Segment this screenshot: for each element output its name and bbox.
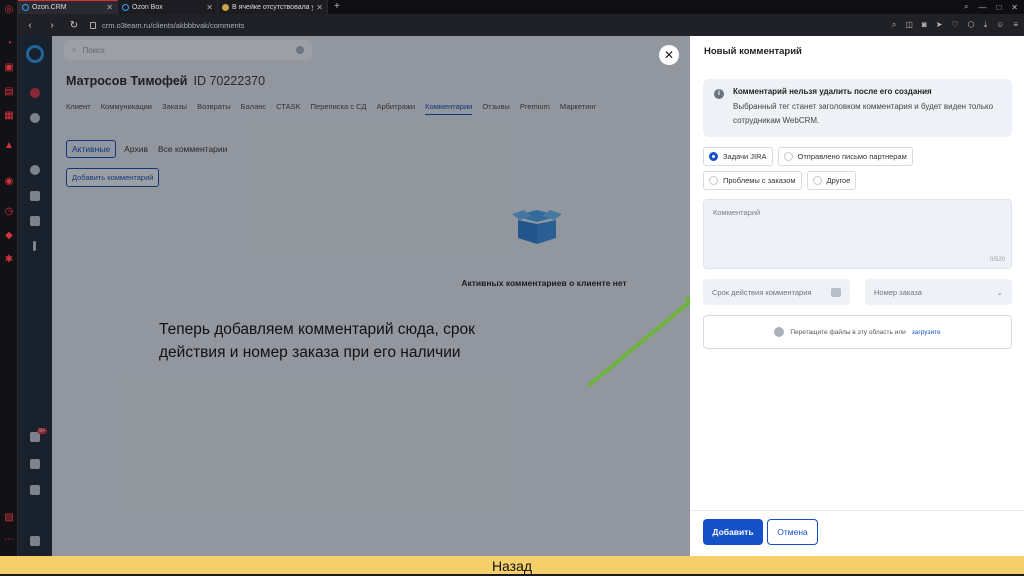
- tag-options: Задачи JIRA Отправлено письмо партнерам Пр…: [703, 147, 963, 190]
- menu-icon[interactable]: ≡: [1013, 20, 1018, 30]
- new-tab-icon[interactable]: +: [328, 0, 346, 14]
- back-icon[interactable]: ‹: [24, 20, 36, 31]
- reload-icon[interactable]: ↻: [68, 20, 80, 31]
- opera-logo-icon[interactable]: ◎: [3, 4, 15, 16]
- tag-option[interactable]: Проблемы с заказом: [703, 171, 802, 190]
- panel-title: Новый комментарий: [704, 46, 802, 57]
- url-field[interactable]: crm.o3team.ru/clients/akbbbvak/comments: [90, 21, 245, 30]
- tab-ozon-crm[interactable]: Ozon.CRM ✕: [18, 0, 118, 14]
- radio-icon[interactable]: [812, 176, 822, 185]
- chevron-down-icon: ⌄: [996, 287, 1003, 297]
- upload-icon: [774, 327, 785, 337]
- page-favicon-icon: [222, 3, 229, 11]
- radio-icon[interactable]: [709, 152, 718, 161]
- window-controls: ⌕ — □ ✕: [964, 0, 1024, 14]
- maximize-icon[interactable]: □: [996, 3, 1001, 12]
- more-icon[interactable]: ⋯: [3, 534, 15, 546]
- address-tools: ⌕ ◫ ◙ ➤ ♡ ⬡ ⤓ ☺ ≡: [892, 20, 1018, 30]
- calendar-icon[interactable]: [831, 287, 841, 297]
- instruction-annotation: Теперь добавляем комментарий сюда, срок …: [159, 321, 475, 361]
- tag-label: Проблемы с заказом: [723, 176, 796, 185]
- cancel-button[interactable]: Отмена: [767, 519, 818, 545]
- order-number-select[interactable]: Номер заказа ⌄: [865, 279, 1012, 305]
- heart-icon[interactable]: ♡: [951, 20, 958, 30]
- close-window-icon[interactable]: ✕: [1011, 3, 1018, 12]
- flame-icon[interactable]: ▲: [3, 140, 15, 152]
- tag-label: Задачи JIRA: [723, 152, 767, 161]
- close-tab-icon[interactable]: ✕: [316, 3, 323, 12]
- notice-box: i Комментарий нельзя удалить после его с…: [703, 79, 1012, 137]
- clock-icon[interactable]: ◷: [3, 206, 15, 218]
- comment-placeholder: Комментарий: [713, 208, 761, 217]
- camera-icon[interactable]: ◙: [922, 20, 927, 30]
- expiry-placeholder: Срок действия комментария: [712, 287, 812, 297]
- crm-app: 9+ ⌕ Поиск Матросов Тимофей ID 70222370 К…: [18, 36, 690, 556]
- panel-toggle-icon[interactable]: ▧: [3, 512, 15, 524]
- back-navigation[interactable]: Назад: [0, 556, 1024, 574]
- comment-textarea[interactable]: Комментарий 0/520: [703, 199, 1012, 269]
- annotation-arrow-icon: [588, 296, 690, 388]
- tag-option[interactable]: Задачи JIRA: [703, 147, 773, 166]
- browser-sidebar: ◎ ◔ ▣ ▤ ▦ ▲ ◉ ◷ ◆ ✱ ▧ ⋯: [0, 0, 18, 556]
- file-dropzone[interactable]: Перетащите файлы в эту область или загру…: [703, 315, 1012, 349]
- dropzone-text: Перетащите файлы в эту область или: [790, 328, 906, 336]
- tag-label: Отправлено письмо партнерам: [797, 152, 907, 161]
- target-icon[interactable]: ◉: [3, 176, 15, 188]
- close-tab-icon[interactable]: ✕: [206, 3, 213, 12]
- tag-label: Другое: [826, 176, 851, 185]
- char-counter: 0/520: [989, 257, 1005, 263]
- search-tabs-icon[interactable]: ⌕: [964, 2, 968, 12]
- expiry-date-field[interactable]: Срок действия комментария: [703, 279, 850, 305]
- info-icon: i: [714, 89, 724, 99]
- tab-label: Ozon.CRM: [32, 4, 67, 11]
- upload-link[interactable]: загрузите: [912, 329, 941, 336]
- tab-label: В ячейке отсутствовала ук: [232, 3, 314, 11]
- divider: [690, 510, 1024, 511]
- download-icon[interactable]: ⤓: [984, 20, 988, 30]
- tab-bar: Ozon.CRM ✕ Ozon Box ✕ В ячейке отсутство…: [18, 0, 1024, 14]
- radio-icon[interactable]: [709, 176, 718, 185]
- lock-icon: [90, 21, 96, 29]
- ozon-crm-favicon-icon: [22, 4, 29, 11]
- send-icon[interactable]: ➤: [936, 20, 943, 30]
- tab-ozon-box[interactable]: Ozon Box ✕: [118, 0, 218, 14]
- profile-icon[interactable]: ☺: [996, 20, 1004, 30]
- cube-icon[interactable]: ◆: [3, 230, 15, 242]
- ozon-box-favicon-icon: [122, 3, 129, 11]
- tag-option[interactable]: Другое: [806, 171, 857, 190]
- twitch-icon[interactable]: ▤: [3, 86, 15, 98]
- tab-cell-missing[interactable]: В ячейке отсутствовала ук ✕: [218, 0, 328, 14]
- settings-icon[interactable]: ✱: [3, 254, 15, 266]
- radio-icon[interactable]: [783, 152, 793, 161]
- close-icon[interactable]: ✕: [659, 45, 679, 65]
- bag-icon[interactable]: ▣: [3, 62, 15, 74]
- new-comment-panel: Новый комментарий i Комментарий нельзя у…: [690, 36, 1024, 556]
- tab-label: Ozon Box: [132, 3, 163, 11]
- url-text: crm.o3team.ru/clients/akbbbvak/comments: [102, 20, 245, 30]
- forward-icon[interactable]: ›: [46, 20, 58, 31]
- address-bar: ‹ › ↻ crm.o3team.ru/clients/akbbbvak/com…: [18, 14, 1024, 36]
- speed-dial-icon[interactable]: ◔: [3, 38, 15, 50]
- minimize-icon[interactable]: —: [978, 3, 986, 12]
- zoom-icon[interactable]: ⌕: [892, 20, 896, 30]
- snapshot-icon[interactable]: ◫: [905, 20, 913, 30]
- close-tab-icon[interactable]: ✕: [106, 3, 113, 12]
- calendar-icon[interactable]: ▦: [3, 110, 15, 122]
- cube-icon[interactable]: ⬡: [968, 20, 975, 30]
- notice-text: Выбранный тег станет заголовком коммента…: [733, 102, 994, 125]
- tag-option[interactable]: Отправлено письмо партнерам: [777, 147, 913, 166]
- order-placeholder: Номер заказа: [874, 287, 922, 297]
- notice-heading: Комментарий нельзя удалить после его соз…: [733, 87, 932, 96]
- submit-button[interactable]: Добавить: [703, 519, 763, 545]
